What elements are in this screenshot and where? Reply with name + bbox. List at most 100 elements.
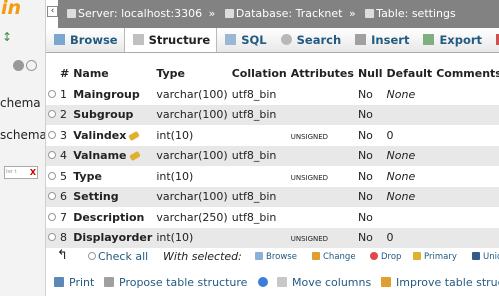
nav-filter-placeholder: ter t — [6, 169, 17, 175]
row-default-value: 0 — [386, 231, 394, 245]
row-null-value: No — [357, 128, 373, 142]
row-null-value: No — [357, 87, 373, 101]
row-null: No — [355, 166, 385, 187]
print-label: Print — [69, 276, 95, 289]
sql-icon — [225, 34, 237, 45]
check-all-box[interactable] — [88, 252, 96, 260]
bulk-primary-button[interactable]: Primary — [413, 252, 457, 262]
improve-structure-link[interactable]: Improve table structure — [381, 276, 499, 289]
row-checkbox[interactable] — [46, 207, 58, 228]
home-arrow-icon[interactable]: ↕ — [2, 30, 12, 44]
tab-insert[interactable]: Insert — [347, 28, 415, 52]
table-row[interactable]: 3 Valindex int(10) UNSIGNED No 0 — [46, 125, 499, 146]
link-with-main-icon[interactable] — [26, 60, 37, 71]
row-select-checkbox[interactable] — [48, 151, 56, 160]
column-name: Maingroup — [73, 87, 140, 101]
table-row[interactable]: 7 Description varchar(250) utf8_bin No — [46, 207, 499, 228]
row-num-value: 7 — [60, 210, 67, 224]
footer-links: Print Propose table structure Move colum… — [54, 276, 499, 294]
nav-db-item[interactable]: chema — [0, 96, 41, 110]
row-select-checkbox[interactable] — [48, 110, 56, 119]
tab-more[interactable] — [488, 28, 499, 52]
breadcrumb-database[interactable]: Database: Tracknet — [236, 7, 343, 20]
row-default-value: None — [386, 190, 416, 204]
bulk-drop-button[interactable]: Drop — [370, 252, 401, 262]
collapse-nav-button[interactable]: ‹ — [47, 6, 58, 17]
row-collation: utf8_bin — [229, 84, 289, 105]
bulk-change-label: Change — [323, 252, 356, 262]
row-select-checkbox[interactable] — [48, 171, 56, 180]
table-row[interactable]: 2 Subgroup varchar(100) utf8_bin No — [46, 104, 499, 125]
bulk-change-button[interactable]: Change — [312, 252, 356, 262]
clear-filter-icon[interactable]: X — [30, 167, 36, 178]
collapse-all-icon[interactable] — [13, 60, 24, 71]
row-null: No — [355, 125, 385, 146]
row-attributes — [288, 145, 356, 166]
row-select-checkbox[interactable] — [48, 192, 56, 201]
propose-structure-link[interactable]: Propose table structure — [104, 276, 247, 289]
row-checkbox[interactable] — [46, 186, 58, 207]
row-select-checkbox[interactable] — [48, 89, 56, 98]
col-header-comments: Comments — [436, 66, 499, 80]
logo[interactable]: in — [1, 0, 21, 19]
check-all-checkbox[interactable] — [88, 250, 96, 263]
row-select-checkbox[interactable] — [48, 130, 56, 139]
row-checkbox[interactable] — [46, 104, 58, 125]
improve-label: Improve table structure — [396, 276, 499, 289]
bulk-browse-label: Browse — [266, 252, 297, 262]
bulk-browse-button[interactable]: Browse — [255, 252, 297, 262]
row-collation — [229, 166, 289, 187]
row-checkbox[interactable] — [46, 166, 58, 187]
row-default: 0 — [384, 227, 435, 248]
table-row[interactable]: 1 Maingroup varchar(100) utf8_bin No None — [46, 84, 499, 105]
row-num: 8 — [58, 227, 72, 248]
help-icon[interactable] — [258, 276, 273, 289]
tab-structure[interactable]: Structure — [123, 28, 218, 52]
move-columns-label: Move columns — [292, 276, 372, 289]
row-attributes: UNSIGNED — [288, 166, 356, 187]
tab-search[interactable]: Search — [273, 28, 348, 52]
move-columns-link[interactable]: Move columns — [277, 276, 371, 289]
tab-bar: Browse Structure SQL Search Insert Export — [46, 28, 499, 53]
table-row[interactable]: 5 Type int(10) UNSIGNED No None — [46, 166, 499, 187]
print-link[interactable]: Print — [54, 276, 94, 289]
row-name: Valindex — [71, 125, 155, 146]
row-type: int(10) — [154, 125, 230, 146]
breadcrumb-server[interactable]: Server: localhost:3306 — [78, 7, 202, 20]
row-num-value: 6 — [60, 190, 67, 204]
tab-label: Insert — [371, 33, 410, 47]
tab-export[interactable]: Export — [415, 28, 488, 52]
nav-db-item[interactable]: schema — [0, 128, 45, 142]
tab-browse[interactable]: Browse — [46, 28, 124, 52]
row-collation: utf8_bin — [229, 145, 289, 166]
row-name: Displayorder — [71, 227, 155, 248]
row-name: Setting — [71, 186, 155, 207]
row-num: 2 — [58, 104, 72, 125]
breadcrumb-table[interactable]: Table: settings — [376, 7, 456, 20]
row-checkbox[interactable] — [46, 227, 58, 248]
row-num: 3 — [58, 125, 72, 146]
row-checkbox[interactable] — [46, 145, 58, 166]
bulk-unique-button[interactable]: Uniq — [472, 252, 499, 262]
collapse-controls — [1, 58, 41, 74]
row-select-checkbox[interactable] — [48, 233, 56, 242]
row-comments — [434, 145, 499, 166]
check-all-link[interactable]: Check all — [98, 250, 148, 263]
row-collation-value: utf8_bin — [231, 210, 277, 224]
table-row[interactable]: 6 Setting varchar(100) utf8_bin No None — [46, 186, 499, 207]
row-num: 7 — [58, 207, 72, 228]
row-checkbox[interactable] — [46, 125, 58, 146]
table-row[interactable]: 4 Valname varchar(100) utf8_bin No None — [46, 145, 499, 166]
row-name: Subgroup — [71, 104, 155, 125]
nav-filter-input[interactable]: ter t X — [4, 166, 38, 179]
row-comments — [434, 125, 499, 146]
row-checkbox[interactable] — [46, 84, 58, 105]
row-default-value: None — [386, 149, 416, 163]
row-collation — [229, 227, 289, 248]
row-select-checkbox[interactable] — [48, 212, 56, 221]
table-row[interactable]: 8 Displayorder int(10) UNSIGNED No 0 — [46, 227, 499, 248]
table-icon — [365, 9, 375, 18]
tab-sql[interactable]: SQL — [217, 28, 272, 52]
row-null: No — [355, 186, 385, 207]
bulk-actions-bar: ↰ Check all With selected: Browse Change… — [54, 248, 499, 268]
